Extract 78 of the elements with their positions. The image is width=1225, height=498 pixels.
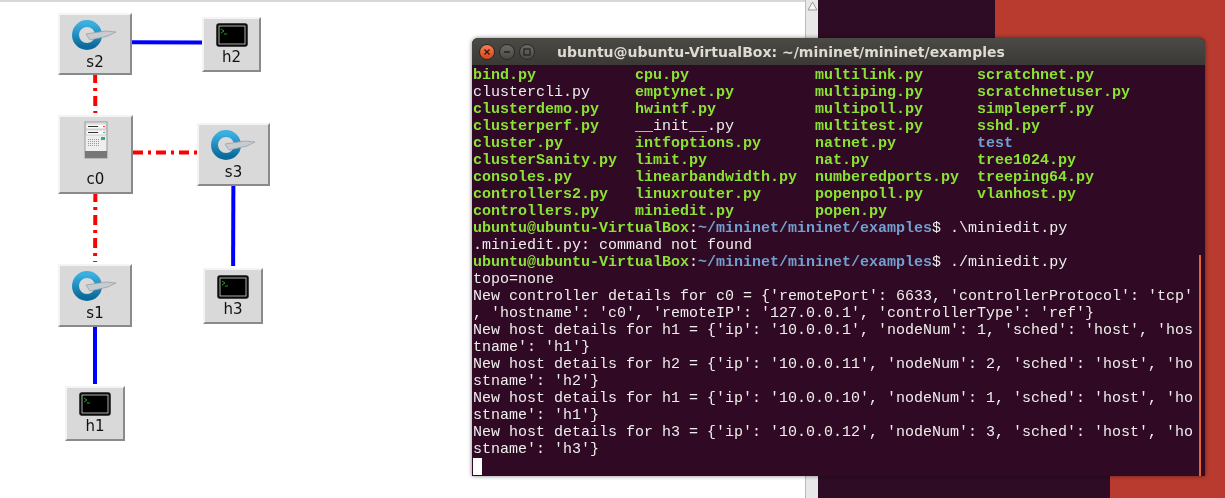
close-button[interactable] [479, 43, 495, 60]
output-line: New host details for h3 = {'ip': '10.0.0.12', 'nodeNum': 3, 'sched': 'host', 'ho [473, 424, 1194, 441]
output-line: New host details for h2 = {'ip': '10.0.0.11', 'nodeNum': 2, 'sched': 'host', 'ho [473, 356, 1194, 373]
file-name: tree1024.py [977, 152, 1077, 169]
close-icon [483, 47, 491, 56]
file-name: scratchnet.py [977, 67, 1095, 84]
file-name: intfoptions.py [635, 135, 762, 152]
file-name: clusterdemo.py [473, 101, 600, 118]
file-name: controllers.py [473, 203, 600, 220]
file-name: cpu.py [635, 67, 690, 84]
file-name: popenpoll.py [815, 186, 924, 203]
output-line: , 'hostname': 'c0', 'remoteIP': '127.0.0.1', 'controllerType': 'ref'} [473, 305, 1095, 322]
file-name: clusterperf.py [473, 118, 600, 135]
output-line: .miniedit.py: command not found [473, 237, 753, 254]
file-name: cluster.py [473, 135, 563, 152]
minimize-button[interactable] [499, 43, 515, 60]
file-name: bind.py [473, 67, 536, 84]
maximize-button[interactable] [519, 43, 535, 60]
file-name: consoles.py [473, 169, 573, 186]
file-name: hwintf.py [635, 101, 717, 118]
window-title: ubuntu@ubuntu-VirtualBox: ~/mininet/mininet/examples [557, 43, 1005, 60]
file-name: linearbandwidth.py [635, 169, 798, 186]
switch-icon [72, 17, 118, 52]
node-label: h3 [223, 300, 243, 318]
controller-node[interactable]: c0 [58, 115, 133, 194]
file-name: sshd.py [977, 118, 1041, 135]
file-name: multipoll.py [815, 101, 924, 118]
node-label: s1 [86, 305, 104, 322]
node-label: c0 [86, 171, 105, 188]
output-line: New controller details for c0 = {'remotePort': 6633, 'controllerProtocol': 'tcp' [473, 288, 1194, 305]
file-name: emptynet.py [635, 84, 735, 101]
file-name: multilink.py [815, 67, 924, 84]
switch-icon [72, 269, 118, 303]
output-line: stname': 'h1'} [473, 407, 600, 424]
file-name: clustercli.py [473, 84, 591, 101]
directory-name: test [977, 135, 1014, 152]
switch-node[interactable]: s2 [58, 13, 132, 75]
host-node[interactable]: h2 [202, 17, 261, 72]
node-label: s3 [224, 164, 243, 181]
switch-node[interactable]: s1 [58, 264, 132, 327]
host-node[interactable]: h3 [203, 268, 263, 324]
node-label: s2 [86, 53, 104, 71]
scrollbar[interactable] [1199, 255, 1201, 476]
host-node[interactable]: h1 [65, 386, 125, 441]
output-line: New host details for h1 = {'ip': '10.0.0.1', 'nodeNum': 1, 'sched': 'host', 'hos [473, 322, 1194, 339]
node-label: h1 [85, 418, 105, 435]
file-name: simpleperf.py [977, 101, 1095, 118]
file-name: popen.py [815, 203, 888, 220]
file-name: natnet.py [815, 135, 897, 152]
output-line: New host details for h1 = {'ip': '10.0.0.10', 'nodeNum': 1, 'sched': 'host', 'ho [473, 390, 1194, 407]
file-name: multitest.py [815, 118, 924, 135]
terminal-icon [79, 392, 111, 416]
terminal-icon [215, 23, 248, 47]
up-arrow-icon[interactable] [806, 0, 818, 12]
file-name: treeping64.py [977, 169, 1095, 186]
file-name: scratchnetuser.py [977, 84, 1131, 101]
file-name: numberedports.py [815, 169, 960, 186]
maximize-icon [523, 47, 531, 56]
prompt-line: ubuntu@ubuntu-VirtualBox:~/mininet/mininet/examples$ ./miniedit.py [473, 254, 1068, 271]
file-name: miniedit.py [635, 203, 735, 220]
file-name: vlanhost.py [977, 186, 1077, 203]
file-name: linuxrouter.py [635, 186, 762, 203]
file-name: nat.py [815, 152, 870, 169]
output-line: topo=none [473, 271, 554, 288]
file-name: controllers2.py [473, 186, 609, 203]
node-label: h2 [221, 49, 242, 66]
file-name: limit.py [635, 152, 708, 169]
prompt-line: ubuntu@ubuntu-VirtualBox:~/mininet/mininet/examples$ .\miniedit.py [473, 220, 1068, 237]
switch-icon [210, 128, 257, 162]
file-name: multiping.py [815, 84, 924, 101]
file-name: __init__.py [635, 118, 735, 135]
output-line: stname': 'h3'} [473, 441, 600, 458]
switch-node[interactable]: s3 [197, 123, 270, 186]
output-line: tname': 'h1'} [473, 339, 591, 356]
terminal-icon [217, 274, 249, 299]
server-icon [83, 121, 108, 159]
output-line: stname': 'h2'} [473, 373, 600, 390]
file-name: clusterSanity.py [473, 152, 618, 169]
